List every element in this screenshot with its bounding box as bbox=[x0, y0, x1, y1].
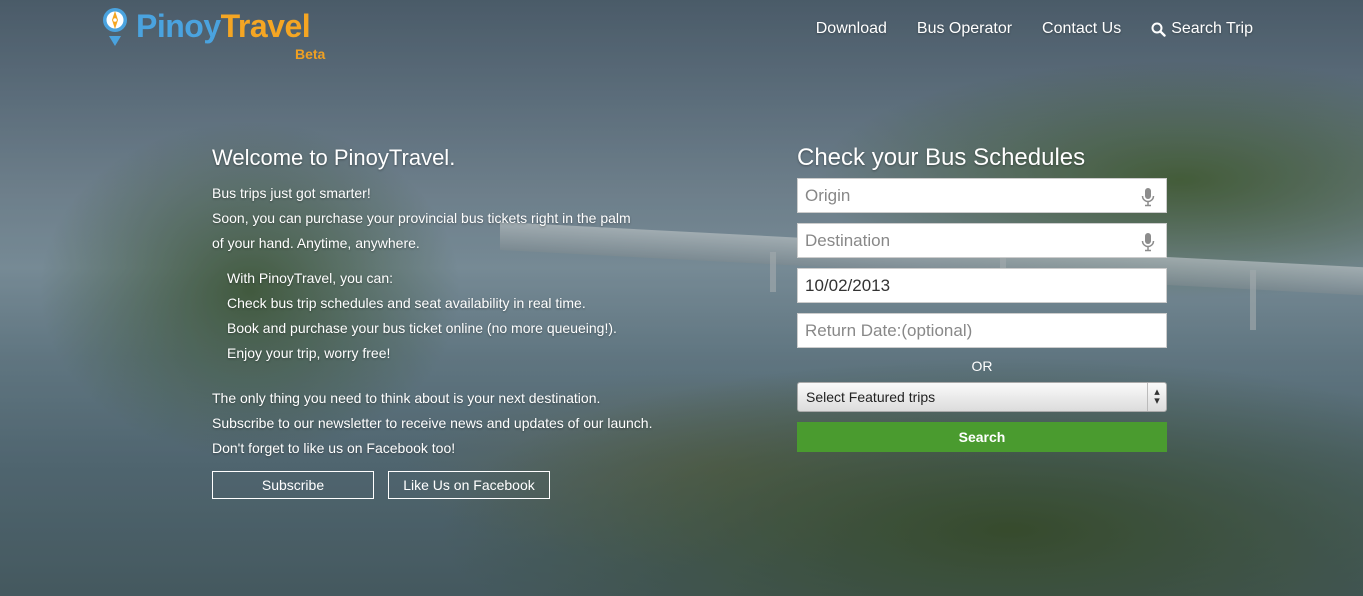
nav-bus-operator[interactable]: Bus Operator bbox=[917, 20, 1012, 38]
closing-line: The only thing you need to think about i… bbox=[212, 390, 601, 406]
closing-line: Don't forget to like us on Facebook too! bbox=[212, 440, 456, 456]
feature-item: Book and purchase your bus ticket online… bbox=[227, 320, 617, 336]
destination-input[interactable] bbox=[798, 224, 1166, 257]
welcome-title: Welcome to PinoyTravel. bbox=[212, 145, 456, 170]
microphone-icon[interactable] bbox=[1140, 232, 1156, 252]
logo[interactable]: PinoyTravel Beta bbox=[100, 6, 325, 62]
logo-beta-badge: Beta bbox=[295, 46, 326, 62]
featured-trips-select-value: Select Featured trips bbox=[806, 389, 936, 405]
feature-item: With PinoyTravel, you can: bbox=[227, 270, 393, 286]
form-title: Check your Bus Schedules bbox=[797, 144, 1086, 171]
welcome-section: Welcome to PinoyTravel. Bus trips just g… bbox=[212, 145, 672, 499]
origin-input[interactable] bbox=[798, 179, 1166, 212]
bus-schedule-form: Check your Bus Schedules OR bbox=[797, 144, 1167, 452]
closing-line: Subscribe to our newsletter to receive n… bbox=[212, 415, 653, 431]
search-button[interactable]: Search bbox=[797, 422, 1167, 452]
date-field-wrapper bbox=[797, 268, 1167, 303]
subscribe-button[interactable]: Subscribe bbox=[212, 471, 374, 499]
select-arrows-icon: ▴ ▾ bbox=[1147, 383, 1166, 411]
departure-date-input[interactable] bbox=[798, 269, 1166, 302]
microphone-icon[interactable] bbox=[1140, 187, 1156, 207]
feature-item: Check bus trip schedules and seat availa… bbox=[227, 295, 586, 311]
feature-item: Enjoy your trip, worry free! bbox=[227, 345, 391, 361]
nav-contact-us[interactable]: Contact Us bbox=[1042, 20, 1121, 38]
logo-wordmark: PinoyTravel bbox=[136, 8, 311, 44]
nav-download[interactable]: Download bbox=[816, 20, 887, 38]
destination-field-wrapper bbox=[797, 223, 1167, 258]
top-nav: Download Bus Operator Contact Us Search … bbox=[816, 20, 1253, 38]
intro-line: Soon, you can purchase your provincial b… bbox=[212, 210, 631, 226]
return-date-field-wrapper bbox=[797, 313, 1167, 348]
page: PinoyTravel Beta Download Bus Operator C… bbox=[0, 0, 1363, 596]
return-date-input[interactable] bbox=[798, 314, 1166, 347]
cta-buttons: Subscribe Like Us on Facebook bbox=[212, 471, 672, 499]
intro-line: Bus trips just got smarter! bbox=[212, 185, 371, 201]
feature-list: With PinoyTravel, you can: Check bus tri… bbox=[212, 266, 672, 366]
or-separator: OR bbox=[971, 358, 993, 374]
search-icon bbox=[1151, 22, 1166, 37]
closing-text: The only thing you need to think about i… bbox=[212, 386, 672, 461]
compass-pin-icon bbox=[103, 8, 127, 46]
intro-line: of your hand. Anytime, anywhere. bbox=[212, 235, 420, 251]
like-facebook-button[interactable]: Like Us on Facebook bbox=[388, 471, 550, 499]
origin-field-wrapper bbox=[797, 178, 1167, 213]
featured-trips-select[interactable]: Select Featured trips ▴ ▾ bbox=[797, 382, 1167, 412]
nav-search-trip[interactable]: Search Trip bbox=[1151, 20, 1253, 38]
